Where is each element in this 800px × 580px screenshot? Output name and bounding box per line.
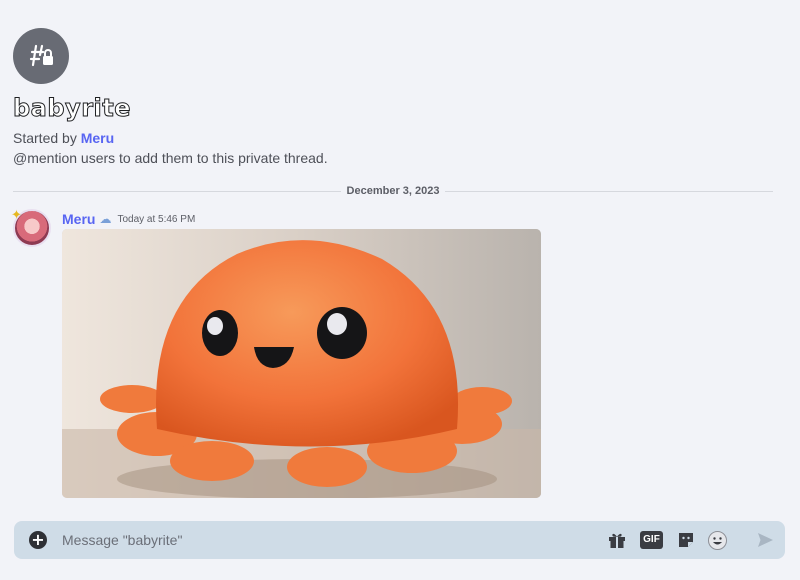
snow-cloud-icon: ☁ [99,212,112,226]
gift-icon[interactable] [607,530,627,550]
message-timestamp[interactable]: Today at 5:46 PM [117,214,195,225]
thread-title: babyrite [13,94,132,123]
message-author[interactable]: Meru [62,211,95,227]
started-by-prefix: Started by [13,130,77,146]
date-divider-label: December 3, 2023 [346,185,440,197]
gif-button[interactable]: GIF [640,530,663,550]
thread-started-by: Started by Meru [13,130,773,146]
avatar-decoration-icon: ✦ [11,207,22,222]
thread-hint: @mention users to add them to this priva… [13,150,328,166]
thread-header: babyrite Started by Meru @mention users … [13,28,773,166]
divider-line-left [13,190,341,192]
orange-crab-plush-image[interactable] [62,229,541,498]
divider-line-right [445,190,774,192]
emoji-icon[interactable] [708,530,727,550]
message-composer: + GIF [14,521,785,559]
send-icon[interactable] [756,530,774,550]
message-input[interactable] [62,521,582,559]
message-header: Meru ☁ Today at 5:46 PM [62,211,195,227]
sticker-icon[interactable] [676,530,695,550]
private-thread-icon [13,28,69,84]
add-circle-icon[interactable]: + [29,531,47,549]
date-divider: December 3, 2023 [13,184,774,198]
thread-author-link[interactable]: Meru [81,130,114,146]
gif-icon: GIF [640,531,663,549]
